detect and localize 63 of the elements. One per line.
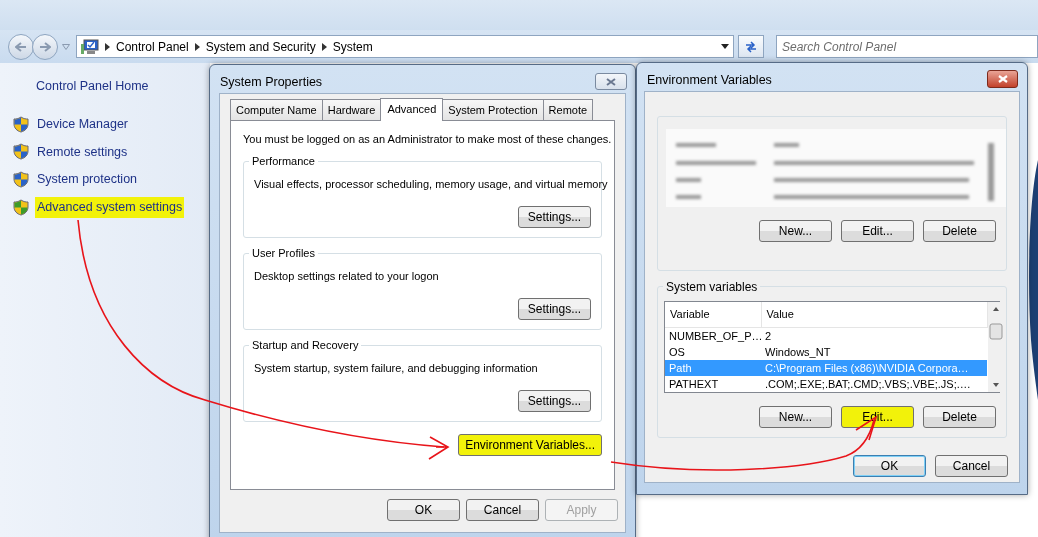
dialog-button[interactable]: Edit... [841,220,914,242]
tab[interactable]: Advanced [380,98,444,121]
tab[interactable]: Computer Name [230,99,323,120]
back-arrow-icon [15,41,27,52]
shield-icon [13,115,29,133]
dialog-button[interactable]: OK [853,455,926,477]
environment-variables-button[interactable]: Environment Variables... [458,434,602,456]
dialog-button[interactable]: New... [759,220,832,242]
shield-icon [13,171,29,189]
dialog-button[interactable]: Delete [923,406,996,428]
search-field[interactable]: Search Control Panel [776,35,1038,58]
scrollbar-drawing[interactable] [987,302,1004,392]
breadcrumb-link[interactable]: System and Security [205,37,316,56]
description-text: Visual effects, processor scheduling, memory usage, and virtual memory [254,177,608,192]
shield-icon [13,143,29,161]
breadcrumb-link[interactable]: System [332,37,373,56]
forward-button[interactable] [32,33,58,60]
chevron-icon [194,42,200,51]
close-button[interactable] [987,70,1018,88]
dialog-button[interactable]: Edit... [841,406,914,428]
refresh-button[interactable] [738,35,764,58]
sidebar-link[interactable]: Control Panel Home [36,77,149,96]
window-title: System Properties [220,74,324,91]
window-title: Environment Variables [647,72,773,89]
tab[interactable]: Hardware [321,99,382,120]
description-text: System startup, system failure, and debugging information [254,361,538,376]
settings-button[interactable]: Settings... [518,390,591,412]
tab[interactable]: Remote [542,99,594,120]
dialog-button[interactable]: Cancel [935,455,1008,477]
dialog-button[interactable]: OK [387,499,460,521]
dialog-button[interactable]: Cancel [466,499,539,521]
address-bar[interactable]: Control Panel System and Security System [76,35,734,58]
close-icon [997,75,1008,83]
dialog-button[interactable]: Delete [923,220,996,242]
sidebar-link[interactable]: Device Manager [35,113,130,135]
table-cell[interactable]: OS [665,344,761,360]
dialog-button[interactable]: New... [759,406,832,428]
column-header[interactable]: Variable [665,302,761,328]
forward-arrow-icon [39,41,51,52]
settings-button[interactable]: Settings... [518,298,591,320]
chevron-icon [321,42,327,51]
computer-icon [81,38,99,55]
table-cell[interactable]: Windows_NT [761,344,987,360]
close-button[interactable] [595,73,627,90]
sidebar-link[interactable]: Advanced system settings [35,197,185,218]
chevron-icon [105,42,110,51]
back-button[interactable] [8,33,34,60]
description-text: Desktop settings related to your logon [254,269,439,284]
table-cell[interactable]: PATHEXT [665,376,761,392]
sidebar-link[interactable]: Remote settings [35,141,130,163]
table-cell[interactable]: NUMBER_OF_P… [665,327,761,344]
table-cell[interactable]: 2 [761,327,987,344]
notice-text: You must be logged on as an Administrator to make most of these changes. [243,132,612,147]
tab[interactable]: System Protection [442,99,544,120]
shield-icon [13,198,29,216]
close-icon [606,77,616,86]
settings-button[interactable]: Settings... [518,206,591,228]
sidebar-link[interactable]: System protection [35,169,140,190]
table-cell[interactable]: .COM;.EXE;.BAT;.CMD;.VBS;.VBE;.JS;.… [761,376,987,392]
breadcrumb-link[interactable]: Control Panel [116,37,189,56]
refresh-icon [744,40,758,53]
dropdown-icon[interactable] [721,44,729,49]
column-header[interactable]: Value [761,302,987,328]
